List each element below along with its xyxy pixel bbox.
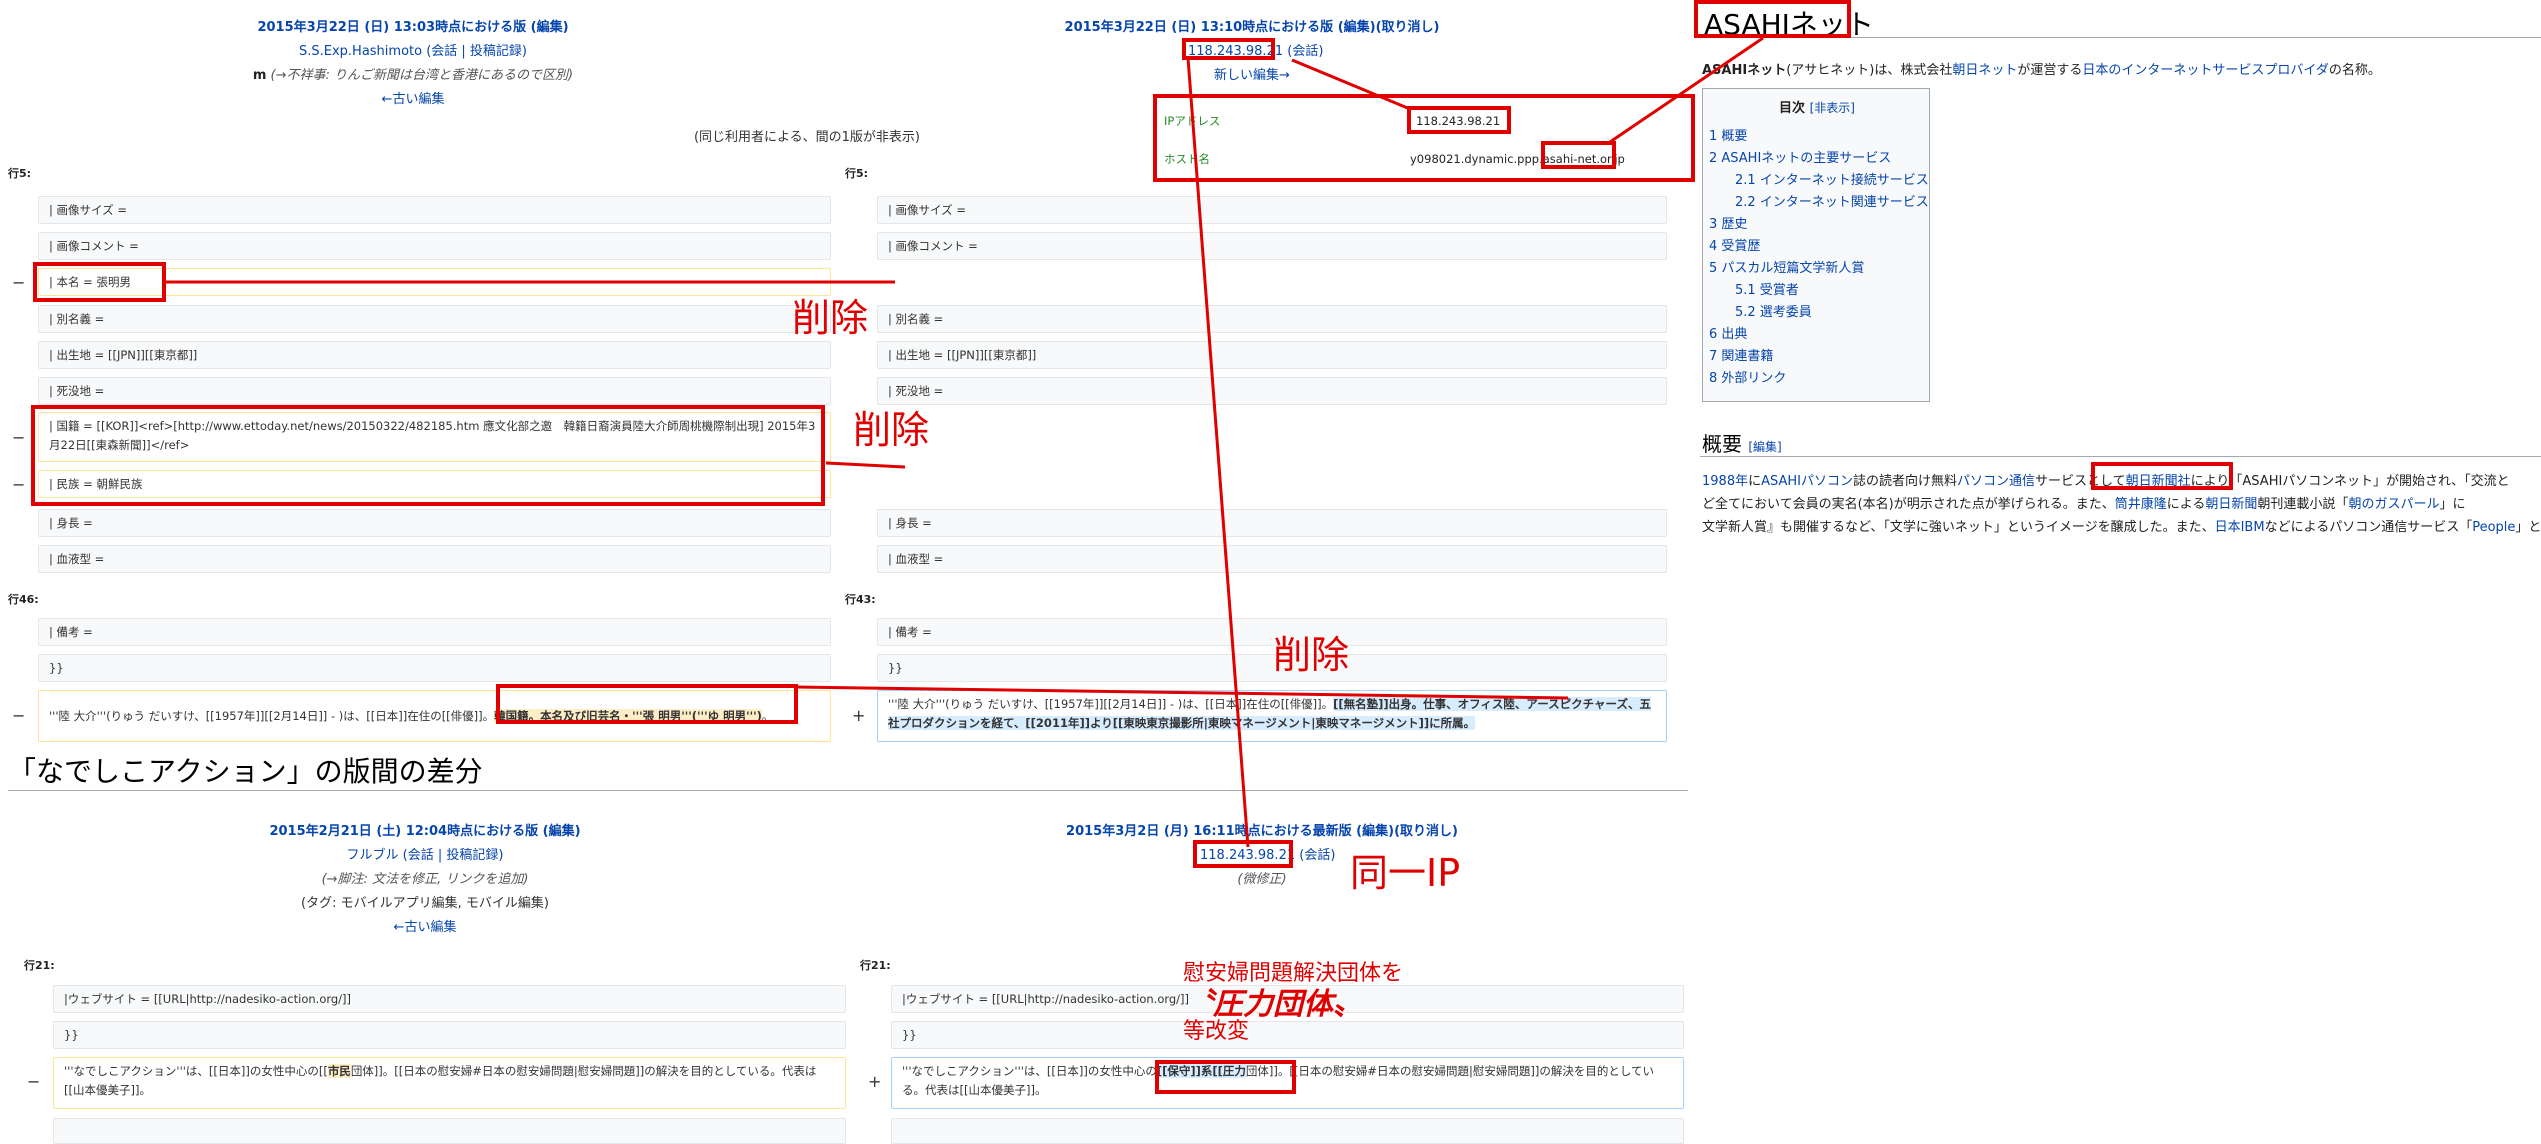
annotation-delete-2: 削除 [853,408,930,452]
annotation-delete-1: 削除 [792,296,869,340]
annotation-same-ip: 同一IP [1350,851,1461,895]
ip-value-highlight-box [1407,106,1511,134]
host-domain-highlight-box [1541,141,1616,169]
nationality-highlight-box [31,405,825,506]
ip-highlight-box-2 [1193,840,1293,868]
pressure-group-highlight-box [1155,1060,1296,1094]
annotation-note-3: 等改変 [1183,1019,1250,1044]
annotation-delete-3: 削除 [1273,633,1350,677]
real-name-highlight-box [33,262,166,302]
annotation-line [825,461,906,469]
annotation-line [794,685,1569,700]
korean-name-highlight-box [496,684,798,724]
asahi-shimbun-highlight-box [2091,462,2233,490]
ip-highlight-box [1182,38,1275,60]
asahi-title-highlight-box [1694,0,1851,38]
